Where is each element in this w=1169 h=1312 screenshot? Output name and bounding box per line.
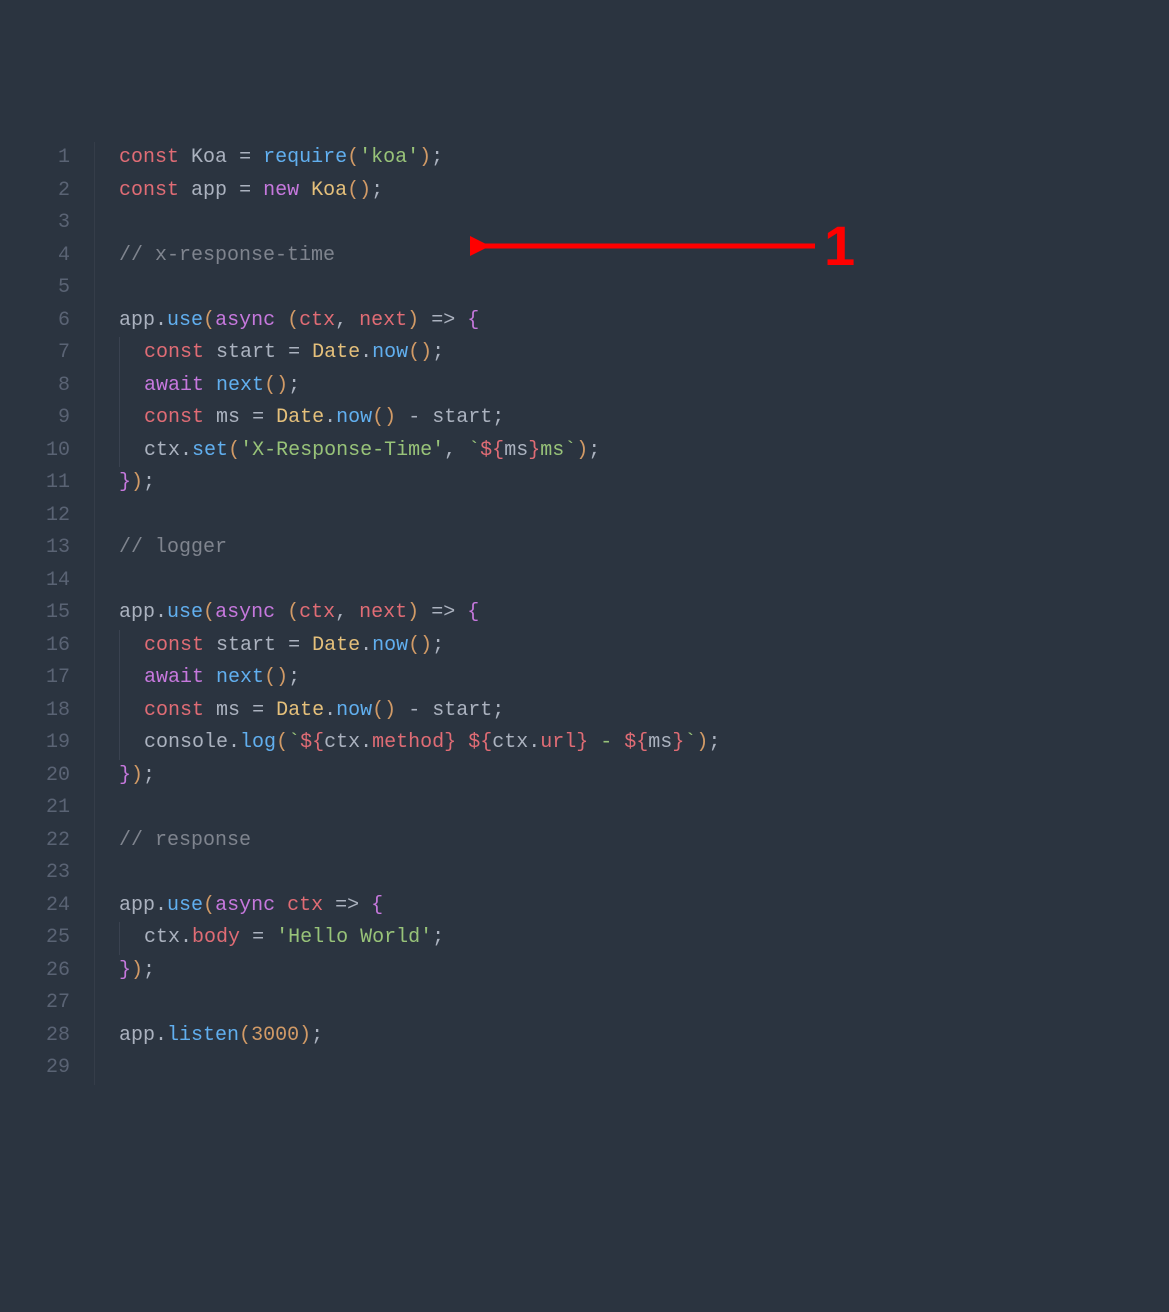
- line-number: 6: [0, 305, 70, 338]
- code-line[interactable]: // logger: [119, 532, 1169, 565]
- code-line[interactable]: const app = new Koa();: [119, 175, 1169, 208]
- line-number: 1: [0, 142, 70, 175]
- code-line[interactable]: [119, 500, 1169, 533]
- arrow-icon: [470, 226, 820, 266]
- line-number: 24: [0, 890, 70, 923]
- line-number: 22: [0, 825, 70, 858]
- line-number: 19: [0, 727, 70, 760]
- code-area[interactable]: const Koa = require('koa');const app = n…: [95, 142, 1169, 1085]
- line-number: 2: [0, 175, 70, 208]
- code-line[interactable]: ctx.body = 'Hello World';: [119, 922, 1169, 955]
- line-number: 10: [0, 435, 70, 468]
- code-line[interactable]: app.use(async (ctx, next) => {: [119, 305, 1169, 338]
- code-line[interactable]: });: [119, 955, 1169, 988]
- line-number: 5: [0, 272, 70, 305]
- code-line[interactable]: });: [119, 760, 1169, 793]
- line-number: 9: [0, 402, 70, 435]
- code-line[interactable]: console.log(`${ctx.method} ${ctx.url} - …: [119, 727, 1169, 760]
- code-line[interactable]: [119, 792, 1169, 825]
- line-number: 7: [0, 337, 70, 370]
- code-line[interactable]: const Koa = require('koa');: [119, 142, 1169, 175]
- line-number: 26: [0, 955, 70, 988]
- line-number: 16: [0, 630, 70, 663]
- line-number-gutter: 1234567891011121314151617181920212223242…: [0, 142, 95, 1085]
- line-number: 14: [0, 565, 70, 598]
- code-line[interactable]: const ms = Date.now() - start;: [119, 402, 1169, 435]
- line-number: 27: [0, 987, 70, 1020]
- line-number: 25: [0, 922, 70, 955]
- code-line[interactable]: await next();: [119, 370, 1169, 403]
- code-line[interactable]: [119, 565, 1169, 598]
- annotation-label: 1: [824, 218, 855, 274]
- line-number: 11: [0, 467, 70, 500]
- code-line[interactable]: [119, 857, 1169, 890]
- line-number: 3: [0, 207, 70, 240]
- code-line[interactable]: });: [119, 467, 1169, 500]
- line-number: 23: [0, 857, 70, 890]
- line-number: 20: [0, 760, 70, 793]
- code-line[interactable]: [119, 987, 1169, 1020]
- line-number: 17: [0, 662, 70, 695]
- code-line[interactable]: [119, 272, 1169, 305]
- code-line[interactable]: ctx.set('X-Response-Time', `${ms}ms`);: [119, 435, 1169, 468]
- line-number: 29: [0, 1052, 70, 1085]
- code-line[interactable]: const start = Date.now();: [119, 337, 1169, 370]
- code-line[interactable]: await next();: [119, 662, 1169, 695]
- code-line[interactable]: [119, 1052, 1169, 1085]
- line-number: 13: [0, 532, 70, 565]
- code-line[interactable]: app.use(async ctx => {: [119, 890, 1169, 923]
- code-line[interactable]: app.use(async (ctx, next) => {: [119, 597, 1169, 630]
- code-line[interactable]: const start = Date.now();: [119, 630, 1169, 663]
- line-number: 28: [0, 1020, 70, 1053]
- code-line[interactable]: const ms = Date.now() - start;: [119, 695, 1169, 728]
- line-number: 12: [0, 500, 70, 533]
- code-line[interactable]: app.listen(3000);: [119, 1020, 1169, 1053]
- line-number: 8: [0, 370, 70, 403]
- line-number: 21: [0, 792, 70, 825]
- annotation-arrow-1: 1: [470, 218, 855, 274]
- line-number: 15: [0, 597, 70, 630]
- line-number: 4: [0, 240, 70, 273]
- line-number: 18: [0, 695, 70, 728]
- code-line[interactable]: // response: [119, 825, 1169, 858]
